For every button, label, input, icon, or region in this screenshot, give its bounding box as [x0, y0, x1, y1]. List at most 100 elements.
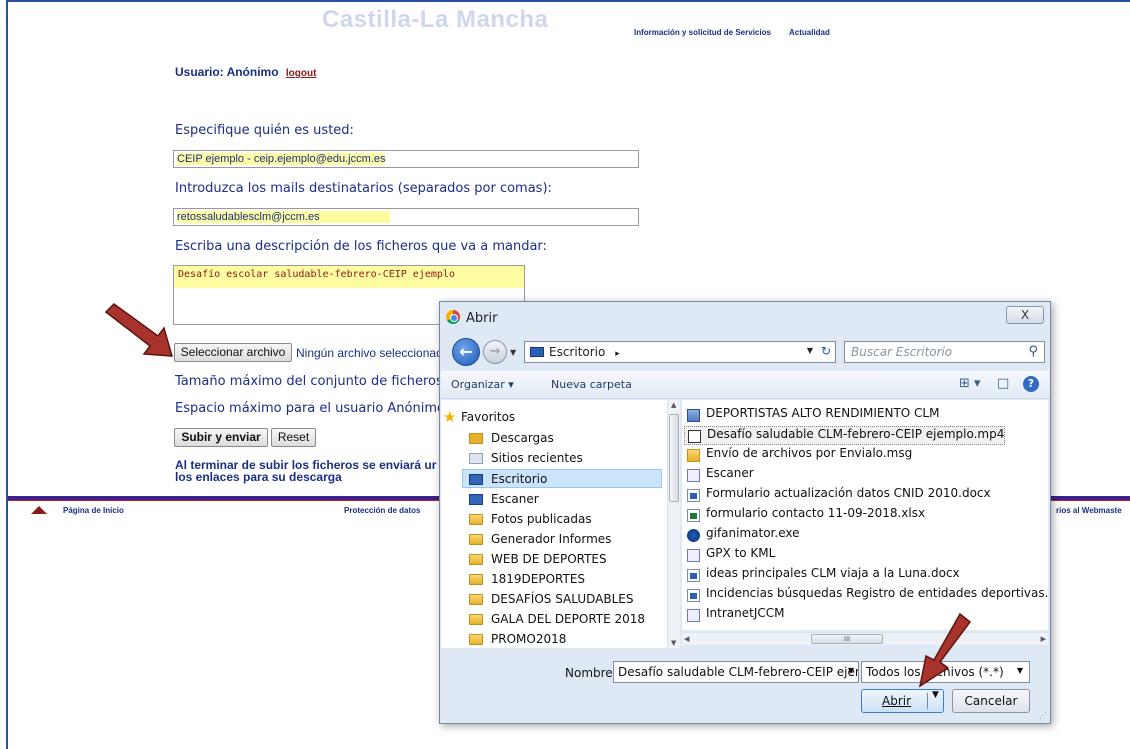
- scroll-left-icon[interactable]: ◀: [684, 635, 689, 643]
- cancel-button[interactable]: Cancelar: [952, 689, 1030, 713]
- tree-item-fotos[interactable]: Fotos publicadas: [463, 510, 592, 529]
- recipients-field[interactable]: retossaludablesclm@jccm.es: [173, 208, 639, 226]
- file-item[interactable]: Incidencias búsquedas Registro de entida…: [684, 586, 1048, 605]
- file-item[interactable]: gifanimator.exe: [684, 526, 800, 545]
- file-item[interactable]: IntranetJCCM: [684, 606, 784, 625]
- folder-icon: [469, 514, 483, 525]
- scanner-icon: [469, 494, 483, 505]
- close-button[interactable]: X: [1006, 306, 1044, 324]
- file-name-value: Desafío saludable CLM-febrero-CEIP ejem: [618, 665, 859, 679]
- file-item-selected[interactable]: Desafío saludable CLM-febrero-CEIP ejemp…: [684, 426, 1006, 445]
- scroll-up-icon[interactable]: ▲: [671, 401, 676, 409]
- view-options-icon[interactable]: ⊞ ▾: [959, 376, 981, 391]
- home-link[interactable]: Página de Inicio: [63, 506, 124, 515]
- video-file-icon: [688, 430, 701, 443]
- star-icon: ★: [443, 408, 457, 426]
- hscroll-thumb[interactable]: III: [811, 634, 883, 644]
- breadcrumb-chevron-icon[interactable]: ▸: [615, 349, 620, 359]
- privacy-link[interactable]: Protección de datos: [344, 506, 420, 515]
- submit-button[interactable]: Subir y enviar: [174, 428, 268, 447]
- dialog-title: Abrir: [446, 310, 497, 326]
- file-item[interactable]: Envío de archivos por Envialo.msg: [684, 446, 912, 465]
- open-button[interactable]: Abrir ▼: [861, 689, 944, 713]
- chevron-down-icon: ▼: [1016, 666, 1023, 675]
- desktop-icon: [530, 347, 544, 357]
- max-space-text: Espacio máximo para el usuario Anónimo:: [175, 401, 450, 416]
- tree-item-sitios-recientes[interactable]: Sitios recientes: [463, 449, 583, 468]
- folder-icon: [469, 634, 483, 645]
- news-link[interactable]: Actualidad: [789, 28, 830, 37]
- desktop-icon: [469, 474, 483, 485]
- file-item[interactable]: DEPORTISTAS ALTO RENDIMIENTO CLM: [684, 406, 939, 425]
- file-item[interactable]: Escaner: [684, 466, 754, 485]
- recipients-label: Introduzca los mails destinatarios (sepa…: [175, 181, 552, 196]
- services-link[interactable]: Información y solicitud de Servicios: [634, 28, 771, 37]
- address-bar[interactable]: Escritorio ▸ ▼ ↻: [524, 341, 836, 363]
- brand-logo: Castilla-La Mancha: [322, 6, 549, 33]
- reset-button[interactable]: Reset: [271, 428, 316, 447]
- nav-scroll-thumb[interactable]: [669, 414, 679, 502]
- excel-file-icon: [687, 509, 700, 522]
- tree-item-web-deportes[interactable]: WEB DE DEPORTES: [463, 550, 607, 569]
- tree-item-escritorio[interactable]: Escritorio: [462, 469, 662, 488]
- search-icon[interactable]: ⚲: [1028, 344, 1038, 359]
- who-value: CEIP ejemplo - ceip.ejemplo@edu.jccm.es: [177, 153, 386, 165]
- tree-item-escaner[interactable]: Escaner: [463, 490, 539, 509]
- max-size-text: Tamaño máximo del conjunto de ficheros p: [175, 374, 456, 389]
- recent-places-icon: [469, 453, 483, 464]
- word-file-icon: [687, 569, 700, 582]
- webmaster-link[interactable]: rios al Webmaste: [1056, 506, 1122, 515]
- who-field[interactable]: CEIP ejemplo - ceip.ejemplo@edu.jccm.es: [173, 150, 639, 168]
- user-line: Usuario: Anónimo logout: [175, 65, 316, 79]
- up-arrow-icon[interactable]: [31, 506, 47, 514]
- file-name-dropdown-icon[interactable]: ▼: [848, 666, 854, 675]
- shortcut-icon: [687, 469, 700, 482]
- search-input[interactable]: Buscar Escritorio ⚲: [844, 341, 1045, 363]
- refresh-icon[interactable]: ↻: [821, 344, 831, 358]
- search-placeholder: Buscar Escritorio: [851, 345, 953, 359]
- file-item[interactable]: GPX to KML: [684, 546, 775, 565]
- scroll-down-icon[interactable]: ▼: [671, 639, 676, 647]
- address-dropdown-icon[interactable]: ▼: [807, 346, 813, 355]
- tree-item-descargas[interactable]: Descargas: [463, 429, 554, 448]
- favorites-node[interactable]: ★ Favoritos: [443, 408, 515, 427]
- back-button[interactable]: ←: [452, 338, 480, 366]
- tree-item-desafios[interactable]: DESAFÍOS SALUDABLES: [463, 590, 633, 609]
- folder-icon: [469, 574, 483, 585]
- resize-grip-icon[interactable]: ⋰: [1039, 711, 1047, 720]
- tree-item-promo2018[interactable]: PROMO2018: [463, 630, 566, 648]
- file-item[interactable]: formulario contacto 11-09-2018.xlsx: [684, 506, 925, 525]
- shortcut-icon: [687, 549, 700, 562]
- file-name-label: Nombre:: [565, 666, 617, 680]
- folder-icon: [469, 614, 483, 625]
- red-arrow-icon: [104, 303, 174, 357]
- word-file-icon: [687, 589, 700, 602]
- tree-item-gala[interactable]: GALA DEL DEPORTE 2018: [463, 610, 645, 629]
- no-file-text: Ningún archivo seleccionad: [296, 346, 443, 360]
- chrome-icon: [446, 310, 460, 324]
- file-item[interactable]: Formulario actualización datos CNID 2010…: [684, 486, 991, 505]
- description-label: Escriba una descripción de los ficheros …: [175, 239, 547, 254]
- history-dropdown[interactable]: ▼: [510, 348, 516, 357]
- description-value: Desafío escolar saludable-febrero-CEIP e…: [178, 269, 455, 280]
- tree-item-1819deportes[interactable]: 1819DEPORTES: [463, 570, 585, 589]
- tree-item-generador[interactable]: Generador Informes: [463, 530, 611, 549]
- help-icon[interactable]: ?: [1023, 376, 1039, 392]
- address-text: Escritorio: [549, 345, 606, 359]
- file-name-input[interactable]: Desafío saludable CLM-febrero-CEIP ejem …: [613, 661, 859, 683]
- file-item[interactable]: ideas principales CLM viaja a la Luna.do…: [684, 566, 960, 585]
- file-list-hscrollbar[interactable]: ◀ III ▶: [682, 632, 1048, 645]
- scroll-right-icon[interactable]: ▶: [1041, 635, 1046, 643]
- organize-menu[interactable]: Organizar ▾: [451, 378, 514, 391]
- red-arrow-icon: [918, 612, 972, 688]
- preview-pane-icon[interactable]: □: [997, 376, 1009, 391]
- finish-text: Al terminar de subir los ficheros se env…: [175, 458, 437, 484]
- folder-icon: [469, 594, 483, 605]
- folder-icon: [469, 534, 483, 545]
- new-folder-button[interactable]: Nueva carpeta: [551, 378, 632, 391]
- forward-button[interactable]: →: [483, 340, 507, 364]
- logout-link[interactable]: logout: [286, 68, 317, 79]
- word-file-icon: [687, 489, 700, 502]
- nav-scrollbar[interactable]: ▲ ▼: [667, 400, 680, 648]
- select-file-button[interactable]: Seleccionar archivo: [174, 343, 292, 362]
